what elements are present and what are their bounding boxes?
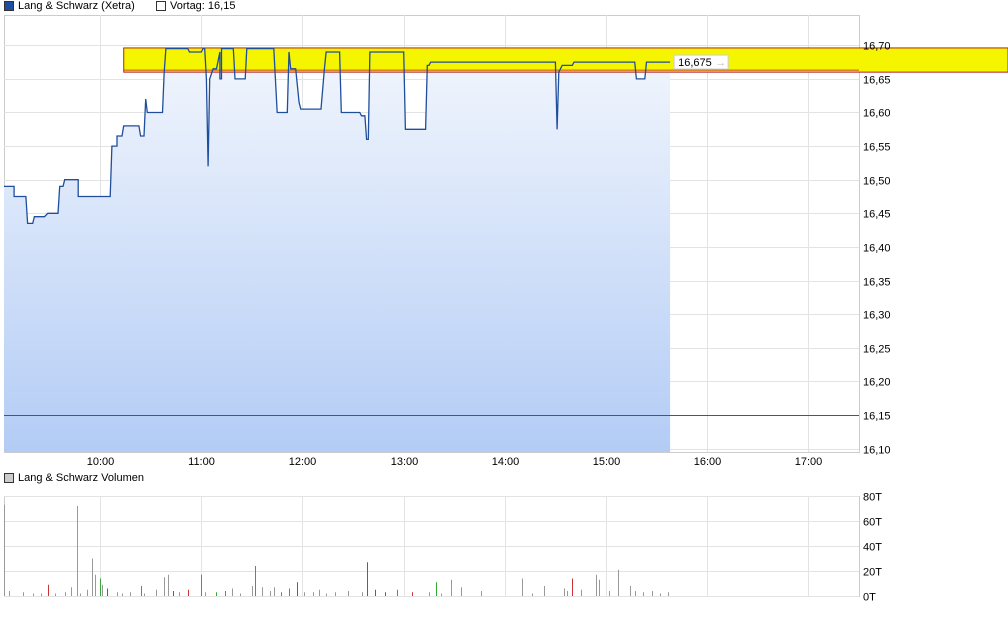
arrow-right-icon: → (715, 57, 726, 69)
price-y-tick: 16,15 (863, 411, 891, 423)
price-x-tick: 17:00 (795, 456, 823, 468)
price-x-tick: 10:00 (87, 456, 115, 468)
price-x-tick: 11:00 (188, 456, 215, 468)
price-y-tick: 16,30 (863, 310, 891, 322)
price-y-tick: 16,35 (863, 277, 891, 289)
last-value-marker: 16,675 → (673, 54, 729, 70)
price-x-tick: 15:00 (593, 456, 621, 468)
price-y-tick: 16,60 (863, 108, 891, 120)
price-y-tick: 16,20 (863, 377, 891, 389)
price-y-tick: 16,70 (863, 41, 891, 53)
volume-y-tick: 20T (863, 567, 882, 579)
price-y-tick: 16,50 (863, 176, 891, 188)
volume-y-tick: 60T (863, 517, 882, 529)
last-value-label: 16,675 (678, 57, 712, 69)
price-y-tick: 16,25 (863, 344, 891, 356)
price-x-tick: 13:00 (391, 456, 419, 468)
volume-y-tick: 40T (863, 542, 882, 554)
price-x-tick: 14:00 (492, 456, 520, 468)
volume-y-tick: 0T (863, 592, 876, 604)
price-y-tick: 16,45 (863, 209, 891, 221)
price-x-tick: 12:00 (289, 456, 317, 468)
price-y-tick: 16,65 (863, 75, 891, 87)
price-y-tick: 16,10 (863, 445, 891, 457)
price-y-tick: 16,40 (863, 243, 891, 255)
price-x-tick: 16:00 (694, 456, 722, 468)
price-volume-chart: 16,70 16,65 16,60 16,55 16,50 16,45 16,40 16,35… (4, 15, 1008, 604)
price-y-tick: 16,55 (863, 142, 891, 154)
volume-y-tick: 80T (863, 492, 882, 504)
